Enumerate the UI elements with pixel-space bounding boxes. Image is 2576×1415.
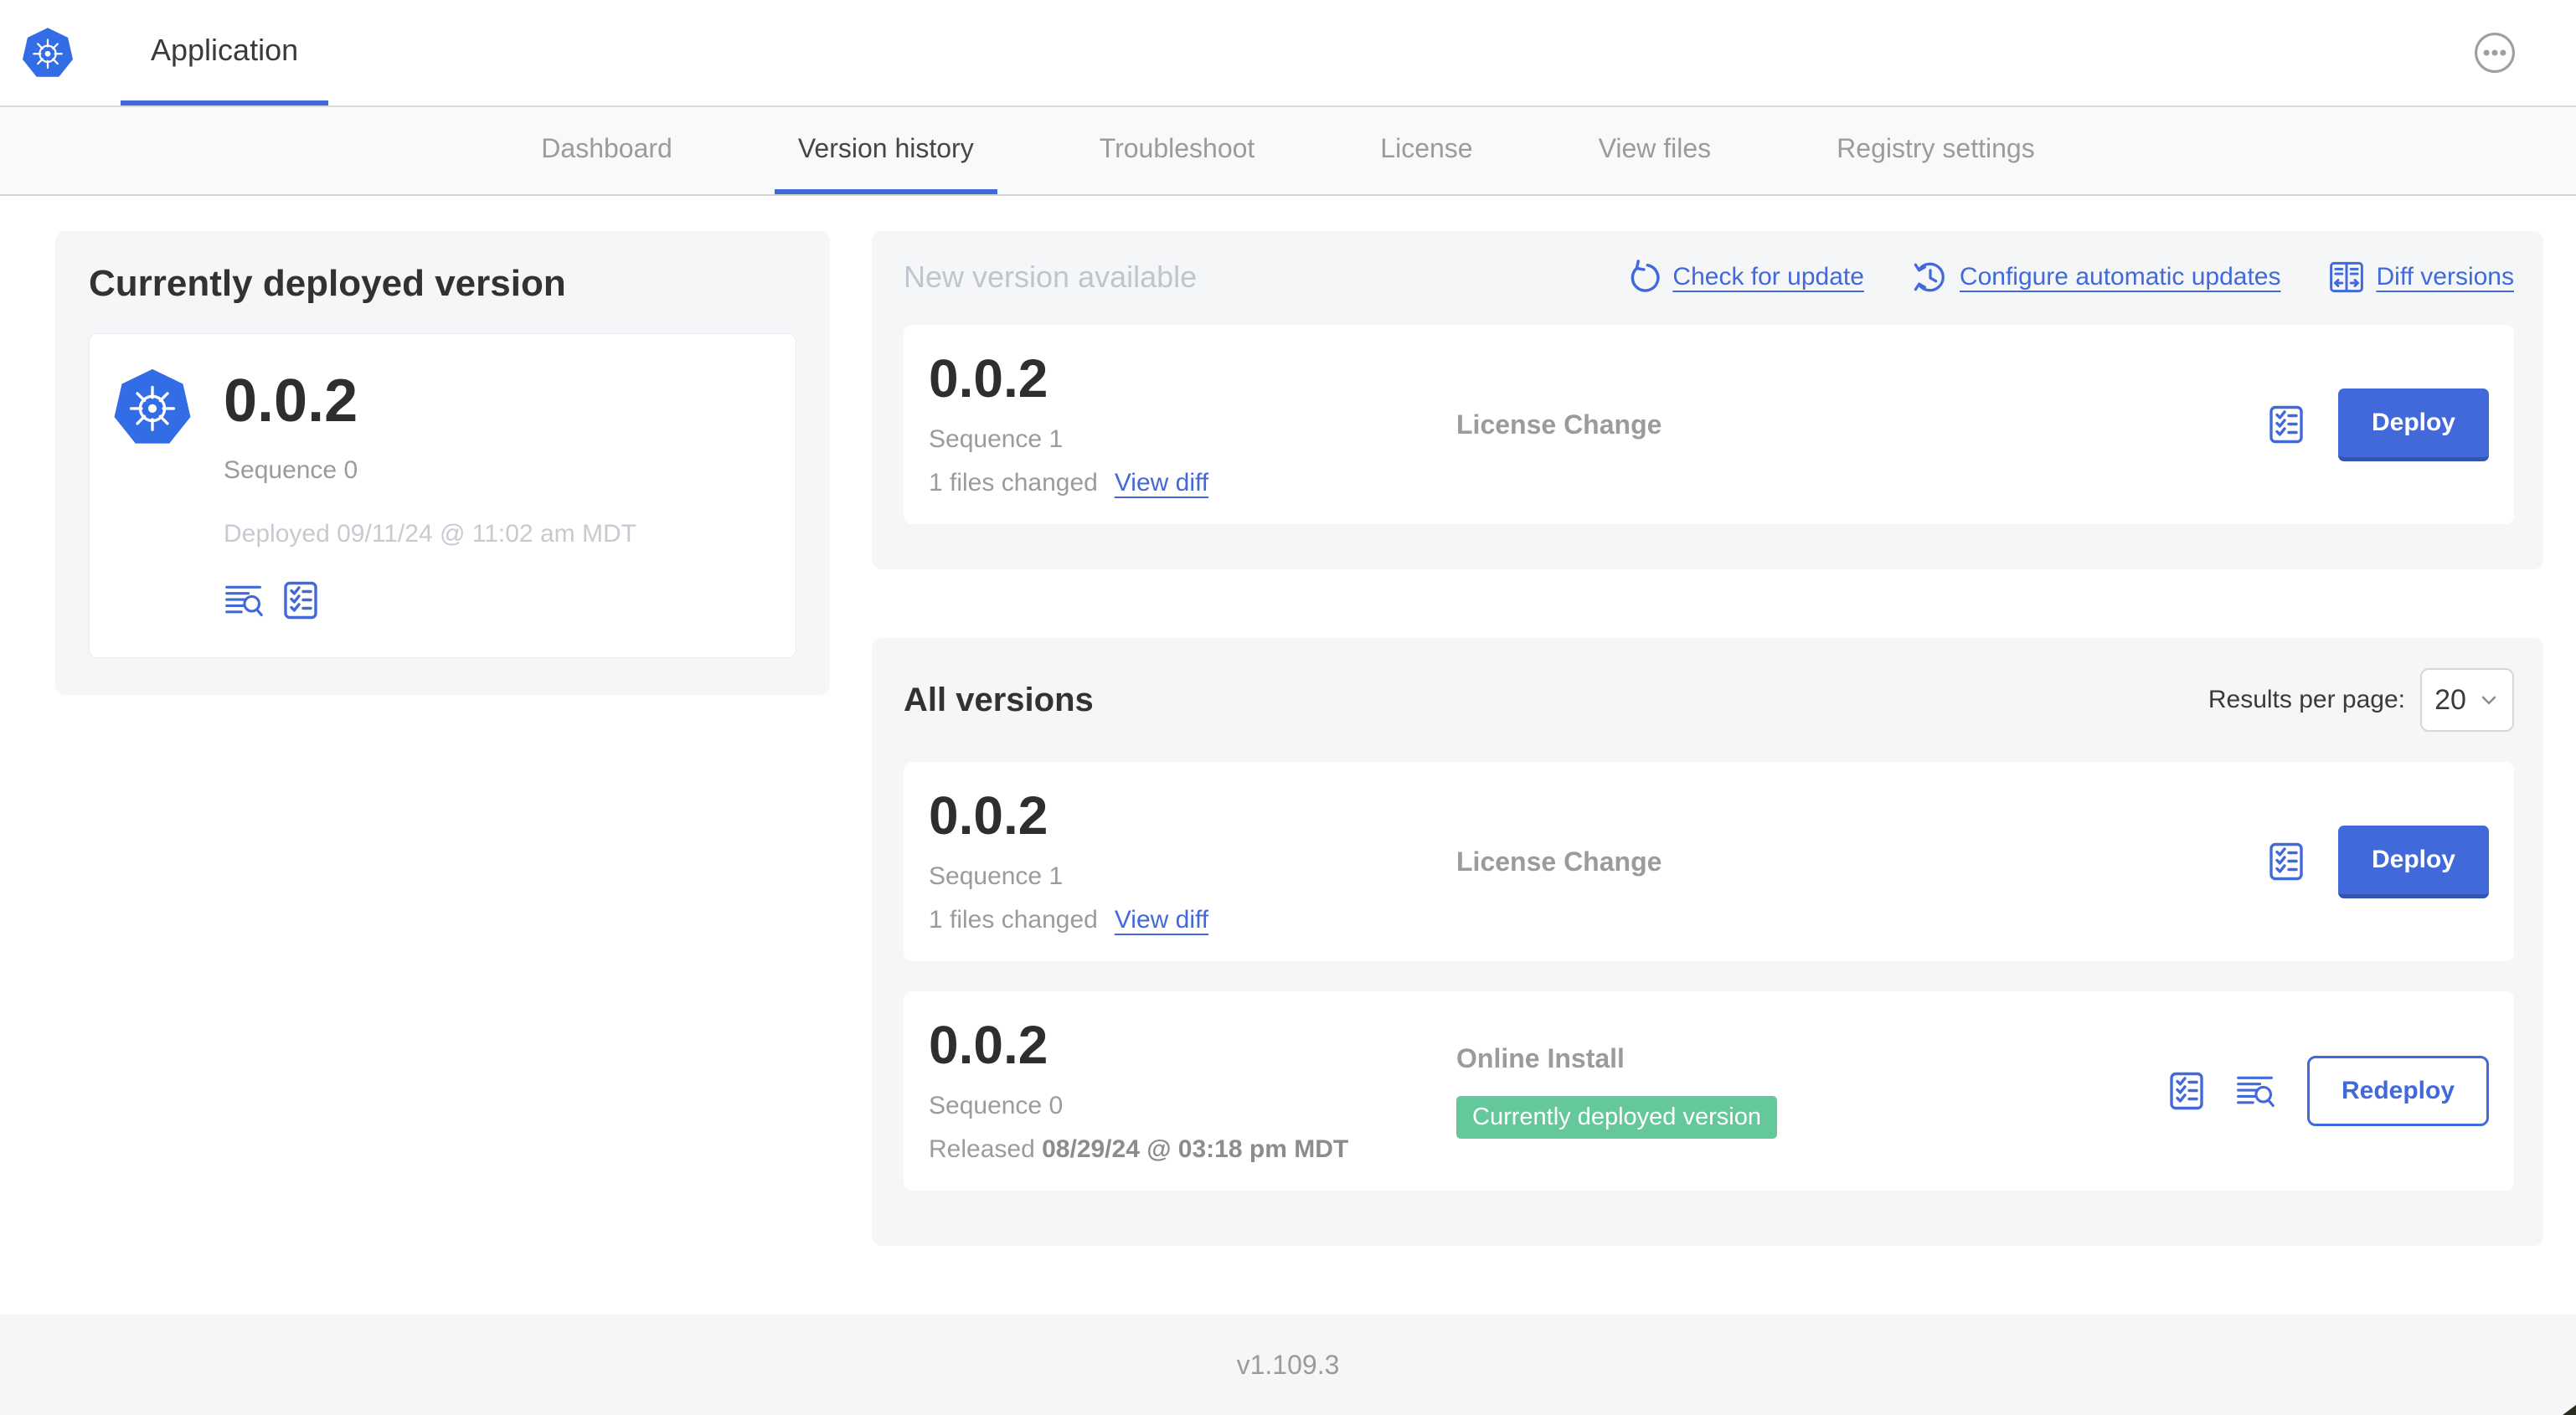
released-label: Released 08/29/24 @ 03:18 pm MDT [929, 1135, 1349, 1163]
version-sequence: Sequence 1 [929, 862, 1064, 890]
kubernetes-logo-icon [22, 0, 74, 105]
version-source-label: License Change [1456, 409, 1662, 440]
clock-refresh-icon [1914, 262, 1945, 292]
overflow-menu-button[interactable] [2474, 32, 2516, 74]
released-timestamp: 08/29/24 @ 03:18 pm MDT [1042, 1135, 1349, 1163]
console-version: v1.109.3 [1236, 1349, 1340, 1380]
configure-automatic-updates-link[interactable]: Configure automatic updates [1913, 260, 2280, 295]
results-per-page-label: Results per page: [2208, 686, 2405, 713]
app-root: Application Dashboard Version history Tr… [0, 0, 2576, 1415]
version-source-label: License Change [1456, 846, 1662, 877]
version-row: 0.0.2 Sequence 1 1 files changed View di… [904, 762, 2514, 961]
view-diff-link[interactable]: View diff [1115, 906, 1208, 934]
version-source-label: Online Install [1456, 1043, 1625, 1073]
deploy-logs-icon[interactable] [224, 580, 264, 620]
tab-license[interactable]: License [1357, 107, 1496, 194]
view-diff-link[interactable]: View diff [1115, 469, 1208, 497]
results-per-page-select[interactable]: 20 [2420, 668, 2514, 732]
page-nav: Dashboard Version history Troubleshoot L… [0, 107, 2576, 196]
current-version-card: 0.0.2 Sequence 0 Deployed 09/11/24 @ 11:… [89, 333, 796, 658]
version-sequence: Sequence 0 [929, 1092, 1064, 1119]
current-version-number: 0.0.2 [224, 368, 358, 435]
current-sequence: Sequence 0 [224, 456, 358, 484]
app-footer: v1.109.3 [0, 1315, 2576, 1415]
check-for-update-link[interactable]: Check for update [1625, 260, 1864, 295]
tab-registry-settings[interactable]: Registry settings [1813, 107, 2058, 194]
preflight-checklist-icon[interactable] [281, 580, 321, 620]
files-changed-label: 1 files changed [929, 469, 1098, 497]
new-version-panel: New version available Check for update C… [872, 231, 2543, 569]
tab-view-files[interactable]: View files [1575, 107, 1735, 194]
currently-deployed-panel: Currently deployed version 0.0.2 Sequenc… [55, 231, 830, 695]
preflight-checklist-icon[interactable] [2266, 841, 2306, 882]
chevron-down-icon [2481, 696, 2496, 705]
version-number: 0.0.2 [929, 785, 1048, 846]
ellipsis-icon [2475, 33, 2515, 73]
app-header: Application [0, 0, 2576, 107]
deploy-logs-icon[interactable] [2235, 1071, 2275, 1111]
tab-dashboard[interactable]: Dashboard [518, 107, 696, 194]
files-changed-label: 1 files changed [929, 906, 1098, 934]
main-content: Currently deployed version 0.0.2 Sequenc… [0, 196, 2576, 1315]
currently-deployed-badge: Currently deployed version [1456, 1096, 1777, 1139]
preflight-checklist-icon[interactable] [2166, 1071, 2207, 1111]
new-version-title: New version available [904, 260, 1198, 294]
deploy-button[interactable]: Deploy [2337, 825, 2489, 898]
version-number: 0.0.2 [929, 1015, 1048, 1075]
preflight-checklist-icon[interactable] [2266, 404, 2306, 445]
deploy-button[interactable]: Deploy [2337, 388, 2489, 461]
right-column: New version available Check for update C… [872, 231, 2543, 1315]
version-sequence: Sequence 1 [929, 425, 1064, 453]
cursor-artifact [2563, 1405, 2576, 1415]
currently-deployed-title: Currently deployed version [89, 263, 566, 304]
kubernetes-app-icon [113, 368, 192, 620]
all-versions-title: All versions [904, 681, 1094, 718]
app-tab-application[interactable]: Application [121, 0, 329, 105]
new-version-row: 0.0.2 Sequence 1 1 files changed View di… [904, 325, 2514, 524]
diff-versions-link[interactable]: Diff versions [2329, 260, 2514, 295]
diff-icon [2330, 261, 2364, 293]
redeploy-button[interactable]: Redeploy [2306, 1056, 2489, 1126]
version-row: 0.0.2 Sequence 0 Released 08/29/24 @ 03:… [904, 991, 2514, 1191]
version-number: 0.0.2 [929, 348, 1048, 409]
tab-troubleshoot[interactable]: Troubleshoot [1076, 107, 1279, 194]
all-versions-panel: All versions Results per page: 20 0.0.2 … [872, 638, 2543, 1246]
current-deployed-timestamp: Deployed 09/11/24 @ 11:02 am MDT [224, 520, 636, 548]
tab-version-history[interactable]: Version history [774, 107, 997, 194]
app-tab-label: Application [151, 33, 299, 67]
refresh-icon [1631, 260, 1661, 292]
header-spacer [328, 0, 2474, 105]
